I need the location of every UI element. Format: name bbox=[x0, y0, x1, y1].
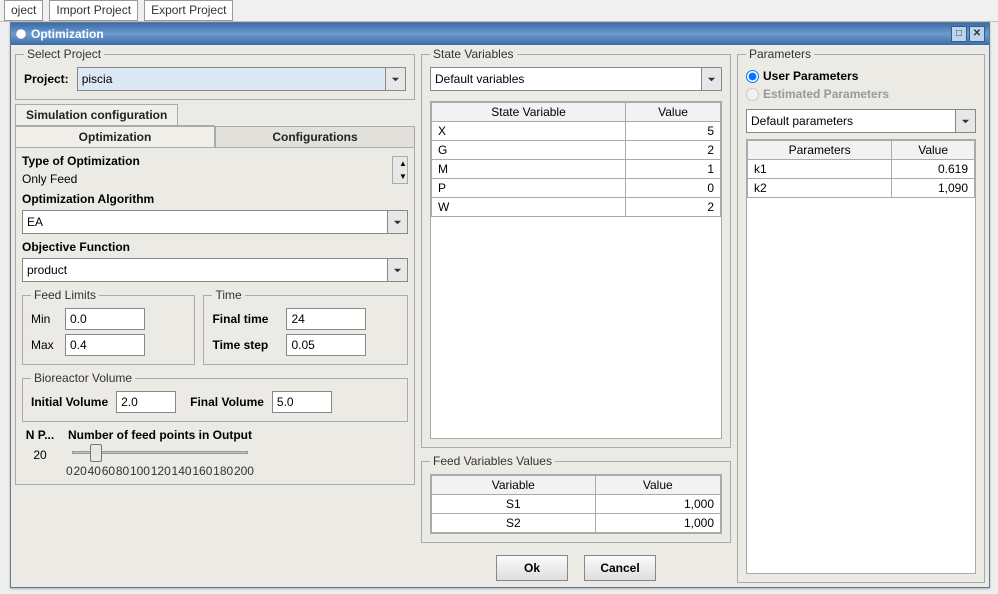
chevron-down-icon[interactable] bbox=[386, 67, 406, 91]
table-row[interactable]: W2 bbox=[432, 198, 721, 217]
tab-optimization[interactable]: Optimization bbox=[15, 126, 215, 147]
npoints-short-label: N P... bbox=[26, 428, 54, 442]
radio-user-label: User Parameters bbox=[763, 69, 858, 83]
tab-configurations[interactable]: Configurations bbox=[215, 126, 415, 147]
type-of-optimization-label: Type of Optimization bbox=[22, 154, 140, 168]
table-row[interactable]: G2 bbox=[432, 141, 721, 160]
param-header-name: Parameters bbox=[748, 141, 892, 160]
algo-combo-input[interactable] bbox=[22, 210, 388, 234]
ok-button[interactable]: Ok bbox=[496, 555, 568, 581]
state-variables-combo-input[interactable] bbox=[430, 67, 702, 91]
dialog-button-row: Ok Cancel bbox=[421, 549, 731, 583]
fv-header-name: Variable bbox=[432, 476, 596, 495]
project-toolbar-btn[interactable]: oject bbox=[4, 0, 43, 21]
table-row[interactable]: M1 bbox=[432, 160, 721, 179]
chevron-down-icon[interactable] bbox=[702, 67, 722, 91]
algo-label: Optimization Algorithm bbox=[22, 192, 154, 206]
radio-estimated-parameters[interactable]: Estimated Parameters bbox=[746, 85, 976, 103]
npoints-caption: Number of feed points in Output bbox=[68, 428, 252, 442]
bioreactor-legend: Bioreactor Volume bbox=[31, 371, 135, 385]
parameters-legend: Parameters bbox=[746, 47, 814, 61]
chevron-down-icon[interactable] bbox=[956, 109, 976, 133]
feed-min-label: Min bbox=[31, 312, 57, 326]
time-group: Time Final time Time step bbox=[203, 288, 408, 365]
feed-max-input[interactable] bbox=[65, 334, 145, 356]
state-variables-table: State Variable Value X5G2M1P0W2 bbox=[431, 102, 721, 217]
cancel-button[interactable]: Cancel bbox=[584, 555, 656, 581]
algo-combo[interactable] bbox=[22, 210, 408, 234]
parameters-combo-input[interactable] bbox=[746, 109, 956, 133]
chevron-down-icon[interactable] bbox=[388, 210, 408, 234]
npoints-value: 20 bbox=[33, 448, 46, 462]
app-toolbar: oject Import Project Export Project bbox=[0, 0, 998, 22]
state-variables-table-wrap: State Variable Value X5G2M1P0W2 bbox=[430, 101, 722, 439]
final-time-label: Final time bbox=[212, 312, 278, 326]
npoints-slider[interactable] bbox=[72, 444, 248, 462]
feed-max-label: Max bbox=[31, 338, 57, 352]
time-legend: Time bbox=[212, 288, 244, 302]
radio-est-input[interactable] bbox=[746, 88, 759, 101]
param-header-value: Value bbox=[892, 141, 975, 160]
optimization-window: Optimization □ ✕ Select Project Project:… bbox=[10, 22, 990, 588]
table-row[interactable]: k10.619 bbox=[748, 160, 975, 179]
feed-limits-legend: Feed Limits bbox=[31, 288, 99, 302]
final-volume-label: Final Volume bbox=[190, 395, 264, 409]
time-step-label: Time step bbox=[212, 338, 278, 352]
sim-config-label: Simulation configuration bbox=[15, 104, 178, 125]
table-row[interactable]: S21,000 bbox=[432, 514, 721, 533]
objfn-combo-input[interactable] bbox=[22, 258, 388, 282]
project-label: Project: bbox=[24, 72, 69, 86]
objfn-combo[interactable] bbox=[22, 258, 408, 282]
table-row[interactable]: X5 bbox=[432, 122, 721, 141]
radio-est-label: Estimated Parameters bbox=[763, 87, 889, 101]
window-maximize-button[interactable]: □ bbox=[951, 26, 967, 42]
type-opt-spinner[interactable]: ▲ ▼ bbox=[392, 156, 408, 184]
window-title: Optimization bbox=[31, 27, 104, 41]
radio-user-parameters[interactable]: User Parameters bbox=[746, 67, 976, 85]
table-row[interactable]: k21,090 bbox=[748, 179, 975, 198]
spinner-down-icon[interactable]: ▼ bbox=[393, 170, 407, 183]
project-combo[interactable] bbox=[77, 67, 406, 91]
chevron-down-icon[interactable] bbox=[388, 258, 408, 282]
parameters-table-wrap: Parameters Value k10.619k21,090 bbox=[746, 139, 976, 574]
window-titlebar[interactable]: Optimization □ ✕ bbox=[11, 23, 989, 45]
parameters-table: Parameters Value k10.619k21,090 bbox=[747, 140, 975, 198]
final-time-input[interactable] bbox=[286, 308, 366, 330]
import-project-toolbar-btn[interactable]: Import Project bbox=[49, 0, 138, 21]
radio-user-input[interactable] bbox=[746, 70, 759, 83]
state-variables-group: State Variables State Variable Value X5G… bbox=[421, 47, 731, 448]
initial-volume-label: Initial Volume bbox=[31, 395, 108, 409]
feed-variables-table: Variable Value S11,000S21,000 bbox=[431, 475, 721, 533]
window-icon bbox=[15, 28, 27, 40]
initial-volume-input[interactable] bbox=[116, 391, 176, 413]
fv-header-value: Value bbox=[595, 476, 720, 495]
time-step-input[interactable] bbox=[286, 334, 366, 356]
bioreactor-group: Bioreactor Volume Initial Volume Final V… bbox=[22, 371, 408, 422]
sv-header-value: Value bbox=[626, 103, 721, 122]
select-project-legend: Select Project bbox=[24, 47, 104, 61]
final-volume-input[interactable] bbox=[272, 391, 332, 413]
npoints-ticks: 0 20 40 60 80 100 120 140 160 180 200 bbox=[66, 464, 254, 478]
parameters-combo[interactable] bbox=[746, 109, 976, 133]
window-close-button[interactable]: ✕ bbox=[969, 26, 985, 42]
objfn-label: Objective Function bbox=[22, 240, 130, 254]
slider-knob-icon[interactable] bbox=[90, 444, 102, 462]
feed-variables-group: Feed Variables Values Variable Value S11… bbox=[421, 454, 731, 543]
table-row[interactable]: S11,000 bbox=[432, 495, 721, 514]
project-combo-input[interactable] bbox=[77, 67, 386, 91]
spinner-up-icon[interactable]: ▲ bbox=[393, 157, 407, 170]
select-project-group: Select Project Project: bbox=[15, 47, 415, 100]
feed-min-input[interactable] bbox=[65, 308, 145, 330]
export-project-toolbar-btn[interactable]: Export Project bbox=[144, 0, 233, 21]
parameters-group: Parameters User Parameters Estimated Par… bbox=[737, 47, 985, 583]
table-row[interactable]: P0 bbox=[432, 179, 721, 198]
type-of-optimization-value: Only Feed bbox=[22, 172, 77, 186]
feed-limits-group: Feed Limits Min Max bbox=[22, 288, 195, 365]
optimization-panel: Type of Optimization Only Feed ▲ ▼ Optim… bbox=[15, 148, 415, 485]
state-variables-combo[interactable] bbox=[430, 67, 722, 91]
feed-variables-legend: Feed Variables Values bbox=[430, 454, 555, 468]
state-variables-legend: State Variables bbox=[430, 47, 517, 61]
sv-header-name: State Variable bbox=[432, 103, 626, 122]
